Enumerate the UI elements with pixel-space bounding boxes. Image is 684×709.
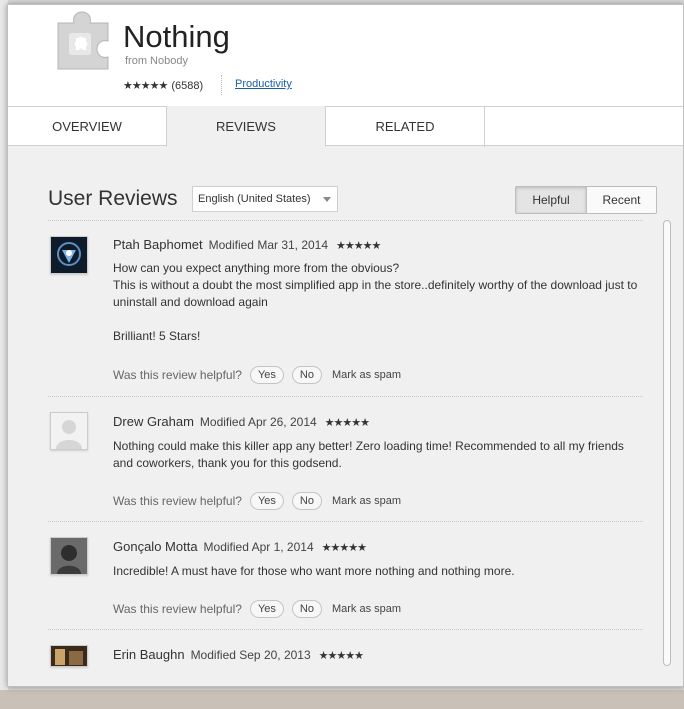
review-text: Nothing could make this killer app any b… — [113, 438, 643, 472]
helpful-row: Was this review helpful? Yes No Mark as … — [113, 366, 401, 384]
reviewer-name: Gonçalo Motta — [113, 539, 198, 554]
avatar — [50, 537, 88, 575]
helpful-yes-button[interactable]: Yes — [249, 600, 284, 618]
review-divider — [48, 521, 643, 522]
review-line: How can you expect anything more from th… — [113, 261, 400, 275]
review-header: Drew Graham Modified Apr 26, 2014 ★★★★★ — [113, 414, 370, 429]
puzzle-piece-icon — [54, 11, 112, 71]
section-title: User Reviews — [48, 187, 178, 210]
reviewer-name: Ptah Baphomet — [113, 237, 203, 252]
review-stars-icon: ★★★★★ — [324, 417, 370, 429]
tab-reviews[interactable]: REVIEWS — [166, 106, 326, 147]
review-date: Modified Mar 31, 2014 — [208, 238, 329, 252]
app-title: Nothing — [123, 19, 230, 54]
review-date: Modified Apr 1, 2014 — [203, 540, 314, 554]
review-text: Incredible! A must have for those who wa… — [113, 563, 643, 580]
avatar — [50, 412, 88, 450]
avatar — [50, 645, 88, 667]
review-line: This is without a doubt the most simplif… — [113, 278, 638, 309]
helpful-prompt: Was this review helpful? — [113, 602, 242, 616]
helpful-row: Was this review helpful? Yes No Mark as … — [113, 600, 401, 618]
app-rating: ★★★★★ (6588) — [123, 79, 204, 93]
helpful-no-button[interactable]: No — [291, 366, 322, 384]
helpful-prompt: Was this review helpful? — [113, 368, 242, 382]
review-stars-icon: ★★★★★ — [321, 542, 367, 554]
tab-related[interactable]: RELATED — [326, 106, 485, 147]
reviewer-name: Erin Baughn — [113, 647, 185, 662]
review-text: How can you expect anything more from th… — [113, 260, 643, 345]
tab-overview[interactable]: OVERVIEW — [8, 106, 167, 147]
review-date: Modified Apr 26, 2014 — [199, 415, 317, 429]
review-stars-icon: ★★★★★ — [336, 240, 381, 252]
helpful-yes-button[interactable]: Yes — [249, 366, 284, 384]
helpful-no-button[interactable]: No — [291, 492, 322, 510]
helpful-prompt: Was this review helpful? — [113, 494, 242, 508]
app-header: Nothing from Nobody ★★★★★ (6588) Product… — [8, 5, 683, 106]
language-select[interactable]: English (United States) — [192, 186, 338, 212]
header-divider — [221, 75, 222, 95]
language-select-value: English (United States) — [198, 193, 311, 205]
helpful-no-button[interactable]: No — [291, 600, 322, 618]
background-page-bottom — [0, 690, 684, 709]
app-detail-dialog: Nothing from Nobody ★★★★★ (6588) Product… — [7, 4, 684, 687]
list-divider — [48, 220, 643, 221]
review-divider — [48, 629, 643, 630]
avatar — [50, 236, 88, 274]
review-line: Brilliant! 5 Stars! — [113, 329, 201, 343]
scrollbar[interactable] — [663, 220, 671, 666]
reviewer-name: Drew Graham — [113, 414, 194, 429]
helpful-row: Was this review helpful? Yes No Mark as … — [113, 492, 401, 510]
review-header: Ptah Baphomet Modified Mar 31, 2014 ★★★★★ — [113, 237, 381, 252]
review-stars-icon: ★★★★★ — [318, 650, 364, 662]
review-header: Erin Baughn Modified Sep 20, 2013 ★★★★★ — [113, 647, 364, 662]
tab-bar: OVERVIEW REVIEWS RELATED — [8, 106, 683, 147]
rating-count: (6588) — [171, 79, 204, 92]
review-header: Gonçalo Motta Modified Apr 1, 2014 ★★★★★ — [113, 539, 367, 554]
app-author: from Nobody — [125, 55, 188, 67]
mark-spam-link[interactable]: Mark as spam — [332, 369, 401, 381]
review-line: Nothing could make this killer app any b… — [113, 439, 624, 470]
mark-spam-link[interactable]: Mark as spam — [332, 603, 401, 615]
category-link[interactable]: Productivity — [235, 78, 292, 90]
helpful-yes-button[interactable]: Yes — [249, 492, 284, 510]
review-divider — [48, 396, 643, 397]
sort-recent-button[interactable]: Recent — [587, 186, 657, 214]
chevron-down-icon — [323, 197, 331, 202]
rating-stars-icon: ★★★★★ — [123, 80, 168, 92]
sort-helpful-button[interactable]: Helpful — [515, 186, 587, 214]
review-date: Modified Sep 20, 2013 — [190, 648, 311, 662]
mark-spam-link[interactable]: Mark as spam — [332, 495, 401, 507]
sort-toggle: Helpful Recent — [515, 186, 657, 214]
review-line: Incredible! A must have for those who wa… — [113, 564, 515, 578]
review-line — [113, 311, 643, 328]
